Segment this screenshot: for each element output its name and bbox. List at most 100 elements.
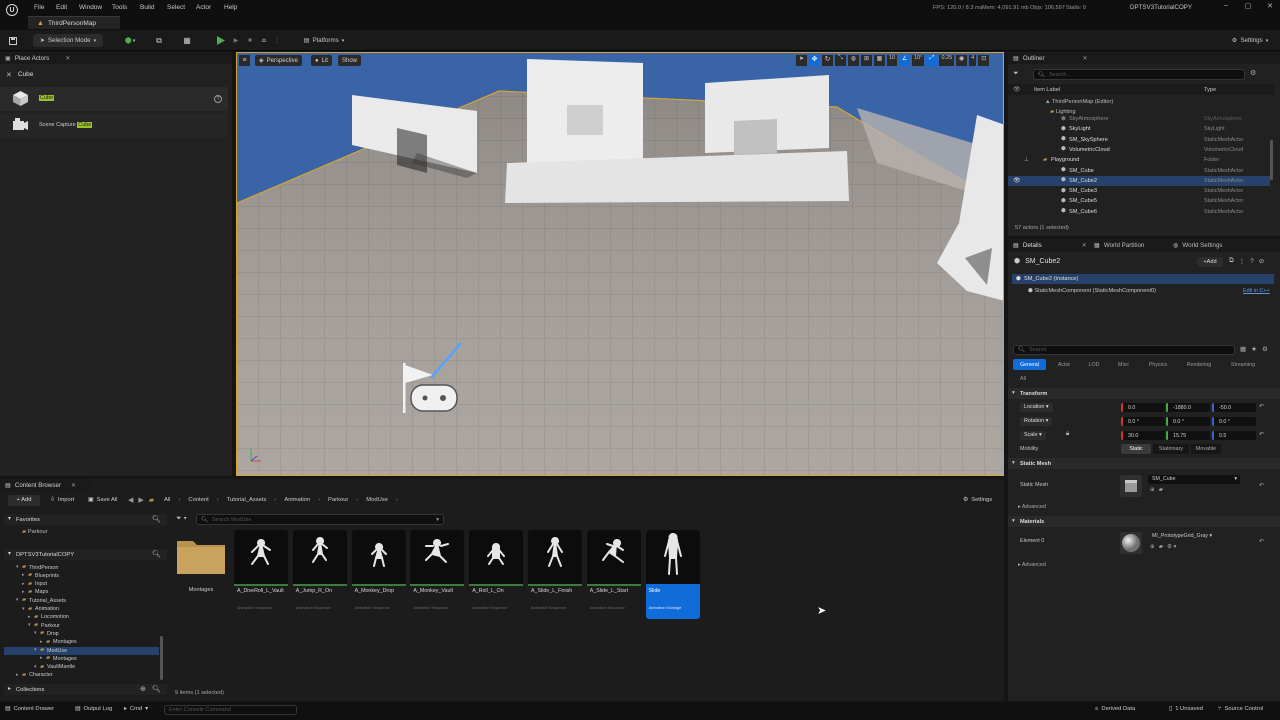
advanced-toggle-materials[interactable]: ▸ Advanced: [1018, 562, 1046, 568]
breadcrumb-item[interactable]: All: [164, 497, 170, 503]
actor-result-cube[interactable]: Cube ?: [0, 87, 228, 111]
forward-icon[interactable]: ▶: [138, 496, 143, 504]
menu-build[interactable]: Build: [140, 4, 154, 11]
favorite-item[interactable]: ▰ Parkour: [22, 529, 47, 535]
folder-tree-item[interactable]: ▸ ▰ Locomotion: [4, 614, 159, 622]
expand-arrow-icon[interactable]: ▸: [22, 581, 25, 587]
menu-file[interactable]: File: [34, 4, 44, 11]
outliner-row[interactable]: ⬢ SM_Cube StaticMeshActor: [1008, 166, 1270, 176]
folder-montages[interactable]: [176, 535, 226, 575]
lock-icon[interactable]: ⊘: [1259, 257, 1264, 265]
back-icon[interactable]: ◀: [128, 496, 133, 504]
more-options-icon[interactable]: ⋮: [272, 34, 282, 47]
rotate-tool-icon[interactable]: ↻: [822, 55, 833, 66]
outliner-scrollbar[interactable]: [1270, 140, 1273, 180]
transform-section-header[interactable]: ▾ Transform: [1008, 388, 1280, 399]
breadcrumb-item[interactable]: Tutorial_Assets: [227, 497, 267, 503]
search-icon[interactable]: 🔍︎: [152, 685, 161, 693]
eject-icon[interactable]: ⏏: [258, 34, 270, 47]
breadcrumb-item[interactable]: Animation: [284, 497, 310, 503]
save-all-button[interactable]: ▣ Save All: [88, 497, 117, 503]
folder-tree-item[interactable]: ▸ ▰ Character: [4, 672, 159, 680]
tab-details[interactable]: ▤ Details ✕: [1013, 242, 1087, 249]
asset-search[interactable]: 🔍︎ Search ModUse ▾: [196, 514, 444, 525]
maximize-viewport-icon[interactable]: ⊡: [978, 55, 990, 66]
folder-tree-item[interactable]: ▾ ▰ VaultMantle: [4, 664, 159, 672]
details-search[interactable]: 🔍︎ Search: [1013, 345, 1235, 355]
level-viewport[interactable]: [236, 52, 1004, 476]
cinematics-button[interactable]: ▦: [177, 34, 197, 47]
reset-scale-icon[interactable]: ↶: [1259, 431, 1264, 438]
use-selected-icon[interactable]: ⊕: [1150, 487, 1155, 493]
category-general[interactable]: General: [1013, 359, 1046, 370]
rotation-x[interactable]: 0.0 °: [1121, 417, 1165, 426]
expand-arrow-icon[interactable]: ▸: [16, 672, 19, 678]
outliner-row[interactable]: ⬢ SM_Cube6 StaticMeshActor: [1008, 207, 1270, 217]
folder-tree-item[interactable]: ▸ ▰ Blueprints: [4, 572, 159, 580]
place-actors-search-value[interactable]: Cube: [18, 71, 34, 78]
category-rendering[interactable]: Rendering: [1180, 359, 1218, 370]
expand-arrow-icon[interactable]: ▾: [28, 622, 31, 628]
rotation-dropdown[interactable]: Rotation ▾: [1020, 417, 1053, 426]
save-current-icon[interactable]: [6, 34, 20, 47]
folder-tree-item[interactable]: ▾ ▰ ModUse: [4, 647, 159, 655]
close-tab-icon[interactable]: ✕: [1083, 55, 1088, 62]
scale-snap-icon[interactable]: ⤢: [926, 55, 938, 66]
breadcrumb-item[interactable]: ModUse: [366, 497, 388, 503]
camera-speed-icon[interactable]: ◉: [956, 55, 968, 66]
asset-thumbnail[interactable]: A_Roll_L_On Animation Sequence: [469, 530, 524, 619]
folder-tree-item[interactable]: ▸ ▰ Input: [4, 581, 159, 589]
menu-help[interactable]: Help: [224, 4, 237, 11]
static-mesh-component-row[interactable]: ⬢ StaticMeshComponent (StaticMeshCompone…: [1028, 288, 1156, 294]
outliner-row[interactable]: ⬢ SkyLight SkyLight: [1008, 124, 1270, 134]
platforms-button[interactable]: ▤ Platforms ▾: [298, 34, 350, 47]
options-icon[interactable]: ⚙ ▾: [1167, 544, 1176, 550]
kebab-icon[interactable]: ⋮: [1239, 257, 1246, 265]
expand-arrow-icon[interactable]: ▸: [22, 572, 25, 578]
outliner-row[interactable]: 👁︎ ⬢ SM_Cube2 StaticMeshActor: [1008, 175, 1270, 186]
asset-thumbnail[interactable]: Slide Animation Montage: [645, 530, 700, 619]
place-actors-tab[interactable]: ▣ Place Actors ✕: [0, 52, 232, 64]
mobility-stationary[interactable]: Stationary: [1153, 444, 1189, 454]
folder-tree-item[interactable]: ▸ ▰ Montages: [4, 639, 159, 647]
folder-tree-item[interactable]: ▾ ▰ Tutorial_Assets: [4, 597, 159, 605]
asset-thumbnail[interactable]: A_Slide_L_Finish Animation Sequence: [528, 530, 582, 619]
folder-tree-scrollbar[interactable]: [160, 636, 163, 680]
step-icon[interactable]: ▶: [230, 34, 242, 47]
breadcrumb-item[interactable]: Content: [188, 497, 208, 503]
asset-thumbnail[interactable]: A_Monkey_Vault Animation Sequence: [410, 530, 465, 619]
property-matrix-icon[interactable]: ▦: [1240, 345, 1246, 353]
place-actors-search[interactable]: ✕ Cube: [6, 69, 228, 80]
expand-arrow-icon[interactable]: ▸: [40, 655, 43, 661]
lit-button[interactable]: ● Lit: [311, 55, 332, 66]
maximize-button[interactable]: ▢: [1241, 2, 1255, 13]
search-icon[interactable]: 🔍︎: [152, 550, 161, 558]
menu-actor[interactable]: Actor: [196, 4, 211, 11]
outliner-map-row[interactable]: ▲ ThirdPersonMap (Editor): [1045, 99, 1113, 105]
close-tab-icon[interactable]: ✕: [1082, 242, 1087, 249]
menu-window[interactable]: Window: [79, 4, 102, 11]
folder-tree-item[interactable]: ▸ ▰ Montages: [4, 655, 159, 663]
category-lod[interactable]: LOD: [1081, 359, 1107, 370]
collections-header[interactable]: ▸ Collections ⊕ 🔍︎: [4, 684, 167, 695]
world-space-icon[interactable]: ◍: [848, 55, 859, 66]
advanced-toggle[interactable]: ▸ Advanced: [1018, 504, 1046, 510]
add-actor-button[interactable]: ⬢ ▾: [120, 34, 140, 47]
outliner-settings-icon[interactable]: ⚙: [1250, 69, 1256, 77]
minimize-button[interactable]: –: [1219, 2, 1233, 13]
category-all[interactable]: All: [1013, 373, 1033, 384]
folder-tree-item[interactable]: ▾ ▰ Drop: [4, 630, 159, 638]
static-mesh-picker[interactable]: SM_Cube ▾: [1148, 475, 1240, 484]
browse-icon[interactable]: ▰: [1159, 544, 1163, 550]
expand-arrow-icon[interactable]: ▸: [40, 639, 43, 645]
location-dropdown[interactable]: Location ▾: [1020, 403, 1053, 412]
help-icon[interactable]: ?: [1250, 258, 1254, 265]
folder-tree-item[interactable]: ▸ ▰ Maps: [4, 589, 159, 597]
unsaved-button[interactable]: ▯ 1 Unsaved: [1169, 706, 1203, 712]
asset-thumbnail[interactable]: A_Jump_R_On Animation Sequence: [292, 530, 347, 619]
location-z[interactable]: -50.0: [1212, 403, 1256, 412]
surface-snap-icon[interactable]: ⊞: [861, 55, 872, 66]
outliner-search[interactable]: 🔍︎ Search...: [1033, 69, 1245, 80]
project-header[interactable]: ▾ DPTSV3TutorialCOPY 🔍︎: [4, 549, 167, 560]
rotation-y[interactable]: 0.0 °: [1166, 417, 1210, 426]
